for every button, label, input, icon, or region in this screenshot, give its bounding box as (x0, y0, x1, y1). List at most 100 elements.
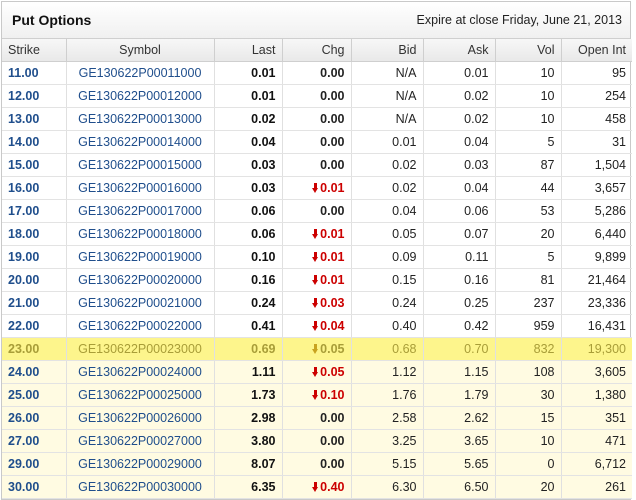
last-price: 3.80 (251, 434, 276, 448)
strike-link[interactable]: 30.00 (8, 480, 39, 494)
symbol-link[interactable]: GE130622P00024000 (78, 365, 202, 379)
strike-cell: 12.00 (2, 84, 67, 108)
last-cell: 0.03 (214, 153, 283, 177)
strike-link[interactable]: 21.00 (8, 296, 39, 310)
vol-cell: 53 (495, 199, 562, 223)
symbol-cell: GE130622P00026000 (66, 406, 215, 430)
bid-cell: N/A (351, 84, 424, 108)
symbol-cell: GE130622P00014000 (66, 130, 215, 154)
strike-link[interactable]: 19.00 (8, 250, 39, 264)
symbol-link[interactable]: GE130622P00020000 (78, 273, 202, 287)
strike-cell: 26.00 (2, 406, 67, 430)
vol-cell: 0 (495, 452, 562, 476)
strike-cell: 11.00 (2, 61, 67, 85)
change-value: 0.10 (320, 388, 345, 402)
vol-cell: 832 (495, 337, 562, 361)
options-table-body: 11.00 GE130622P00011000 0.01 0.00 N/A 0.01 10 9… (2, 61, 632, 499)
symbol-link[interactable]: GE130622P00015000 (78, 158, 202, 172)
table-row: 11.00 GE130622P00011000 0.01 0.00 N/A 0.01 10 9… (2, 61, 632, 85)
table-row: 26.00 GE130622P00026000 2.98 0.00 2.58 2.62 15… (2, 406, 632, 430)
down-arrow-icon (312, 275, 319, 285)
column-header-strike[interactable]: Strike (2, 39, 67, 62)
symbol-link[interactable]: GE130622P00019000 (78, 250, 202, 264)
strike-link[interactable]: 14.00 (8, 135, 39, 149)
table-row: 14.00 GE130622P00014000 0.04 0.00 0.01 0.04 5 3… (2, 130, 632, 154)
column-header-last[interactable]: Last (214, 39, 283, 62)
symbol-link[interactable]: GE130622P00025000 (78, 388, 202, 402)
strike-link[interactable]: 25.00 (8, 388, 39, 402)
symbol-link[interactable]: GE130622P00027000 (78, 434, 202, 448)
ask-cell: 0.11 (423, 245, 496, 269)
strike-link[interactable]: 12.00 (8, 89, 39, 103)
strike-cell: 24.00 (2, 360, 67, 384)
strike-link[interactable]: 18.00 (8, 227, 39, 241)
bid-cell: 0.40 (351, 314, 424, 338)
bid-cell: 6.30 (351, 475, 424, 499)
symbol-link[interactable]: GE130622P00013000 (78, 112, 202, 126)
column-header-chg[interactable]: Chg (282, 39, 352, 62)
bid-cell: 0.09 (351, 245, 424, 269)
symbol-link[interactable]: GE130622P00029000 (78, 457, 202, 471)
ask-cell: 0.01 (423, 61, 496, 85)
vol-cell: 15 (495, 406, 562, 430)
symbol-link[interactable]: GE130622P00011000 (79, 66, 202, 80)
symbol-cell: GE130622P00030000 (66, 475, 215, 499)
strike-link[interactable]: 16.00 (8, 181, 39, 195)
table-row: 27.00 GE130622P00027000 3.80 0.00 3.25 3.65 10… (2, 429, 632, 453)
last-cell: 2.98 (214, 406, 283, 430)
change-value: 0.40 (320, 480, 345, 494)
strike-link[interactable]: 27.00 (8, 434, 39, 448)
bid-cell: 0.05 (351, 222, 424, 246)
symbol-cell: GE130622P00022000 (66, 314, 215, 338)
bid-cell: 0.15 (351, 268, 424, 292)
last-cell: 6.35 (214, 475, 283, 499)
symbol-link[interactable]: GE130622P00026000 (78, 411, 202, 425)
open-int-cell: 23,336 (561, 291, 632, 315)
symbol-link[interactable]: GE130622P00017000 (78, 204, 202, 218)
strike-link[interactable]: 11.00 (8, 66, 39, 80)
column-header-ask[interactable]: Ask (423, 39, 496, 62)
chg-cell: 0.01 (282, 245, 352, 269)
bid-cell: N/A (351, 107, 424, 131)
change-value: 0.05 (320, 365, 345, 379)
table-row: 30.00 GE130622P00030000 6.35 0.40 6.30 6.50 20… (2, 475, 632, 499)
symbol-link[interactable]: GE130622P00014000 (78, 135, 202, 149)
strike-link[interactable]: 13.00 (8, 112, 39, 126)
column-header-bid[interactable]: Bid (351, 39, 424, 62)
strike-cell: 14.00 (2, 130, 67, 154)
strike-link[interactable]: 20.00 (8, 273, 39, 287)
last-cell: 0.06 (214, 222, 283, 246)
last-price: 0.41 (251, 319, 276, 333)
strike-link[interactable]: 17.00 (8, 204, 39, 218)
strike-link[interactable]: 24.00 (8, 365, 39, 379)
last-price: 0.24 (251, 296, 276, 310)
strike-link[interactable]: 26.00 (8, 411, 39, 425)
symbol-link[interactable]: GE130622P00018000 (78, 227, 202, 241)
symbol-link[interactable]: GE130622P00016000 (78, 181, 202, 195)
strike-link[interactable]: 15.00 (8, 158, 39, 172)
symbol-link[interactable]: GE130622P00023000 (78, 342, 202, 356)
column-header-open-int[interactable]: Open Int (561, 39, 632, 62)
ask-cell: 1.15 (423, 360, 496, 384)
symbol-link[interactable]: GE130622P00012000 (78, 89, 202, 103)
column-header-symbol[interactable]: Symbol (66, 39, 215, 62)
strike-link[interactable]: 22.00 (8, 319, 39, 333)
strike-link[interactable]: 23.00 (8, 342, 39, 356)
change-value: 0.00 (320, 434, 345, 448)
symbol-cell: GE130622P00029000 (66, 452, 215, 476)
last-cell: 0.01 (214, 61, 283, 85)
symbol-link[interactable]: GE130622P00022000 (78, 319, 202, 333)
change-value: 0.00 (320, 457, 345, 471)
strike-cell: 30.00 (2, 475, 67, 499)
vol-cell: 81 (495, 268, 562, 292)
table-row: 22.00 GE130622P00022000 0.41 0.04 0.40 0.42 95… (2, 314, 632, 338)
open-int-cell: 5,286 (561, 199, 632, 223)
bid-cell: 0.04 (351, 199, 424, 223)
last-price: 0.16 (251, 273, 276, 287)
symbol-link[interactable]: GE130622P00030000 (78, 480, 202, 494)
symbol-cell: GE130622P00024000 (66, 360, 215, 384)
column-header-vol[interactable]: Vol (495, 39, 562, 62)
table-row: 24.00 GE130622P00024000 1.11 0.05 1.12 1.15 10… (2, 360, 632, 384)
strike-link[interactable]: 29.00 (8, 457, 39, 471)
symbol-link[interactable]: GE130622P00021000 (78, 296, 202, 310)
